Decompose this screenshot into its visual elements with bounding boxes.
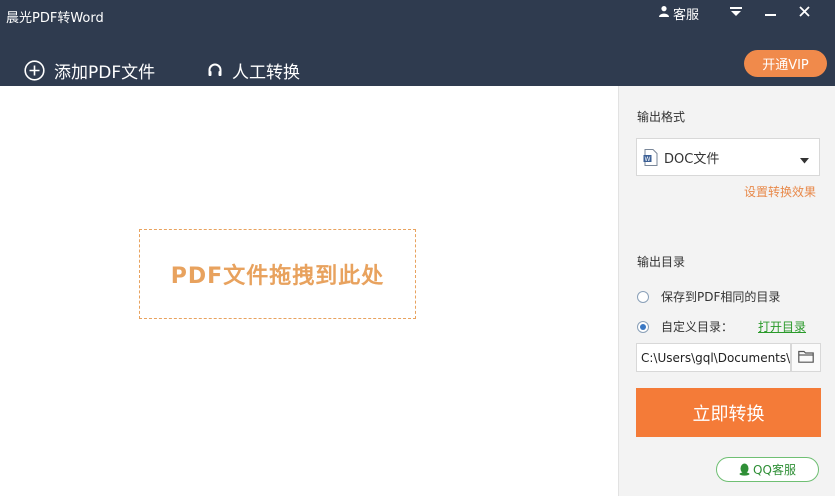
same-dir-radio[interactable] xyxy=(637,290,649,303)
app-title: 晨光PDF转Word xyxy=(6,11,104,26)
chevron-down-icon xyxy=(800,153,809,168)
drop-zone-text: PDF文件拖拽到此处 xyxy=(170,264,385,289)
folder-icon xyxy=(798,348,814,367)
support-label: 客服 xyxy=(672,7,699,23)
qq-support-label: QQ客服 xyxy=(753,463,796,477)
conversion-effect-link[interactable]: 设置转换效果 xyxy=(744,183,816,200)
custom-dir-radio[interactable] xyxy=(637,320,649,333)
title-bar: 晨光PDF转Word 客服 添加PDF文件 人工转换 开通VIP xyxy=(0,0,835,86)
output-path-field[interactable]: C:\Users\gql\Documents\ xyxy=(636,343,791,372)
add-pdf-button[interactable]: 添加PDF文件 xyxy=(24,58,156,83)
output-format-select[interactable]: W DOC文件 xyxy=(636,138,820,176)
doc-file-icon: W xyxy=(643,148,658,166)
headset-icon xyxy=(207,62,223,78)
drop-area[interactable]: PDF文件拖拽到此处 xyxy=(0,86,618,496)
same-dir-label: 保存到PDF相同的目录 xyxy=(661,290,781,304)
custom-dir-label: 自定义目录： xyxy=(661,320,734,334)
support-button[interactable]: 客服 xyxy=(658,4,699,23)
svg-text:W: W xyxy=(645,155,651,162)
custom-dir-option[interactable]: 自定义目录： xyxy=(637,318,733,335)
output-dir-label: 输出目录 xyxy=(637,255,686,269)
qq-support-button[interactable]: QQ客服 xyxy=(716,457,819,482)
menu-caret-icon xyxy=(730,6,742,21)
vip-button[interactable]: 开通VIP xyxy=(744,50,827,77)
convert-now-button[interactable]: 立即转换 xyxy=(636,388,821,437)
output-format-label: 输出格式 xyxy=(637,110,686,124)
output-format-value: DOC文件 xyxy=(664,151,720,167)
close-icon xyxy=(798,5,810,21)
menu-caret-button[interactable] xyxy=(719,4,753,22)
open-dir-link[interactable]: 打开目录 xyxy=(758,318,806,335)
qq-icon xyxy=(739,463,750,476)
settings-panel: 输出格式 W DOC文件 设置转换效果 输出目录 保存到PDF相同的目录 自定义… xyxy=(618,86,835,496)
user-icon xyxy=(658,5,670,21)
minimize-icon xyxy=(764,6,776,21)
add-pdf-label: 添加PDF文件 xyxy=(54,62,156,83)
minimize-button[interactable] xyxy=(753,4,787,22)
same-dir-option[interactable]: 保存到PDF相同的目录 xyxy=(637,288,780,305)
drop-zone[interactable]: PDF文件拖拽到此处 xyxy=(139,229,416,319)
window-controls: 客服 xyxy=(658,4,821,23)
browse-folder-button[interactable] xyxy=(791,343,821,372)
manual-convert-label: 人工转换 xyxy=(232,62,300,83)
plus-circle-icon xyxy=(24,59,45,81)
close-button[interactable] xyxy=(787,4,821,22)
manual-convert-button[interactable]: 人工转换 xyxy=(207,58,300,83)
